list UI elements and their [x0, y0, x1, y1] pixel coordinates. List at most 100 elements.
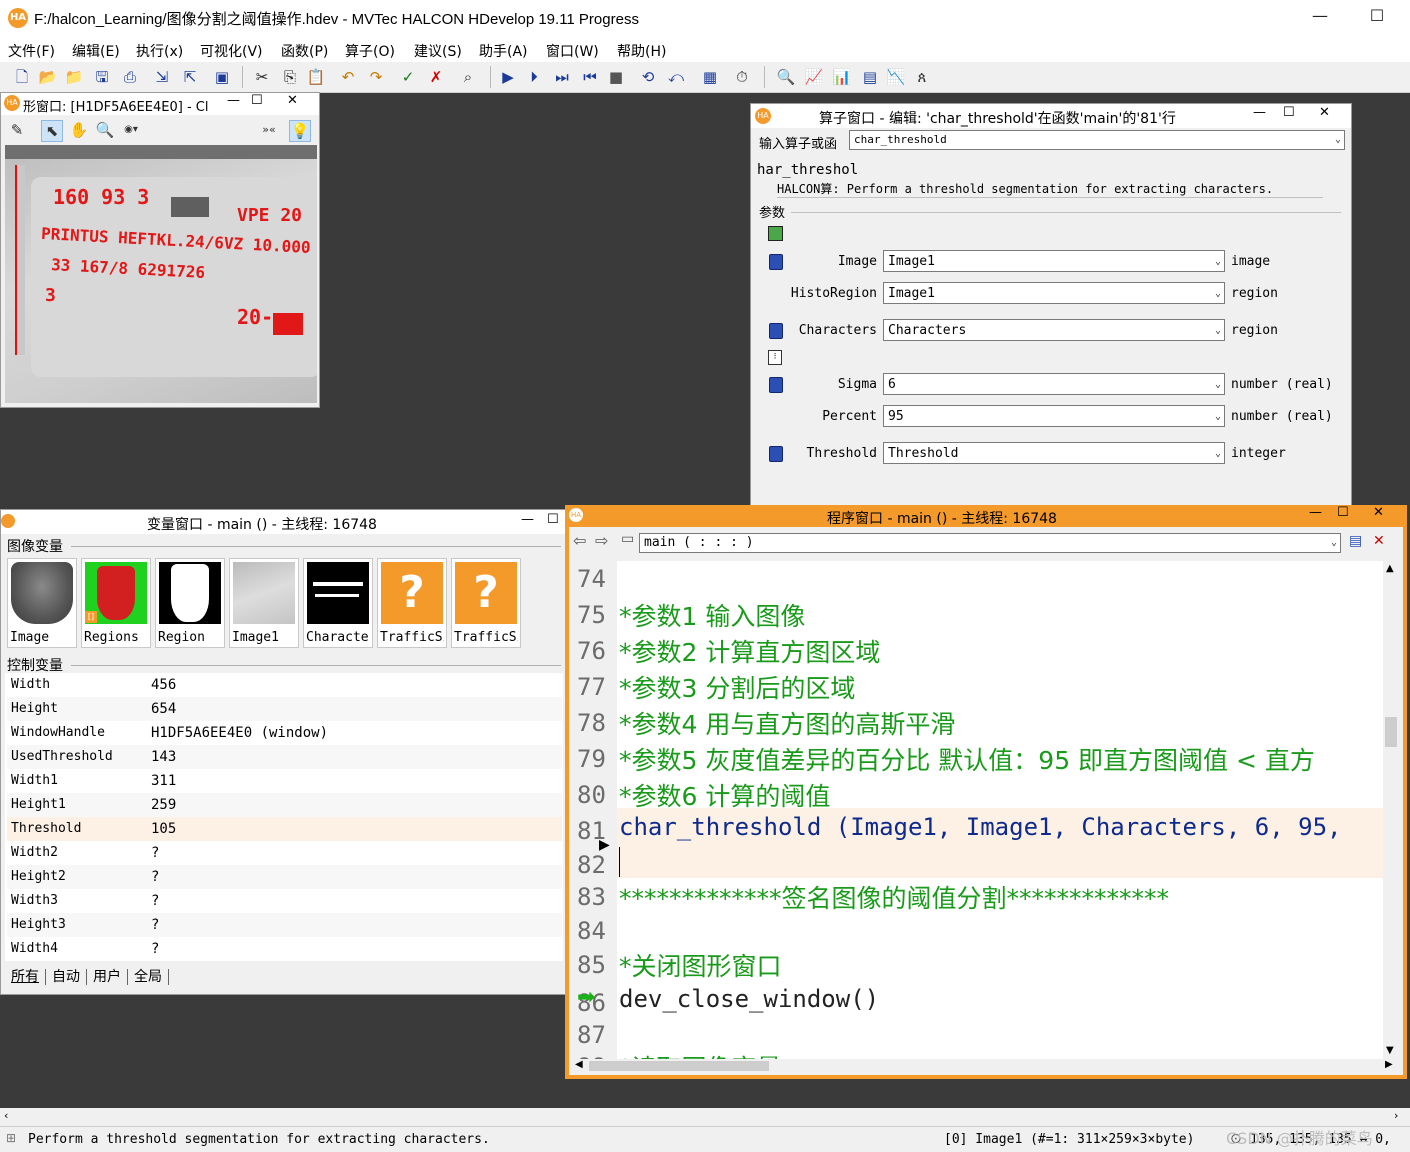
procedure-icon[interactable]: ▭ — [621, 531, 641, 551]
maximize-button[interactable]: ☐ — [1283, 105, 1295, 120]
code-editor[interactable]: 74 75 *参数1 输入图像 76 *参数2 计算直方图区域 77 *参数3 分割后… — [573, 561, 1383, 1059]
maximize-button[interactable]: ☐ — [1362, 6, 1392, 25]
param-historegion-combo[interactable]: Image1 ⌄ — [883, 282, 1225, 304]
var-row[interactable]: Height 654 — [7, 697, 562, 721]
zoom-icon[interactable]: 🔍 — [95, 120, 115, 140]
scroll-right-icon[interactable]: ▶ — [1385, 1059, 1393, 1070]
run-icon[interactable]: ▶ — [498, 67, 518, 87]
thumb-image1[interactable]: Image1 — [229, 558, 299, 648]
thumb-trafficsign-2[interactable]: ? TrafficSign — [451, 558, 521, 648]
scroll-up-icon[interactable]: ▲ — [1386, 563, 1394, 574]
scroll-left-icon[interactable]: ◀ — [575, 1059, 583, 1070]
thumb-regions[interactable]: [] Regions — [81, 558, 151, 648]
timer-icon[interactable]: ⏱ — [732, 67, 752, 87]
minimize-button[interactable]: — — [521, 512, 534, 527]
cut-icon[interactable]: ✂ — [252, 67, 272, 87]
maximize-button[interactable]: ☐ — [1337, 505, 1349, 520]
save-icon[interactable]: 🖫 — [92, 67, 112, 87]
minimize-button[interactable]: — — [1309, 505, 1322, 520]
forward-icon[interactable]: ⇨ — [595, 531, 615, 551]
step-over-icon[interactable]: ⏵ — [524, 67, 544, 87]
copy-icon[interactable]: ⎘ — [280, 67, 300, 87]
thumb-image[interactable]: Image — [7, 558, 77, 648]
menu-window[interactable]: 窗口(W) — [546, 41, 599, 61]
menu-edit[interactable]: 编辑(E) — [72, 41, 120, 61]
new-file-icon[interactable]: 🗋 — [12, 67, 32, 87]
step-out-icon[interactable]: ⏮ — [580, 67, 600, 87]
tab-auto[interactable]: 自动 — [46, 969, 87, 985]
deactivate-icon[interactable]: ✗ — [426, 67, 446, 87]
var-row[interactable]: Width2? — [7, 841, 562, 865]
chevron-down-icon[interactable]: ⌄ — [1335, 131, 1341, 149]
hscrollbar-thumb[interactable] — [589, 1061, 769, 1071]
tab-user[interactable]: 用户 — [87, 969, 128, 985]
operator-input-combo[interactable]: char_threshold ⌄ — [849, 130, 1345, 150]
var-row[interactable]: Height1 259 — [7, 793, 562, 817]
hand-icon[interactable]: ✋ — [69, 120, 89, 140]
var-row[interactable]: UsedThreshold 143 — [7, 745, 562, 769]
menu-visualize[interactable]: 可视化(V) — [200, 41, 263, 61]
minimize-button[interactable]: — — [227, 93, 240, 108]
var-row[interactable]: Width4? — [7, 937, 562, 961]
zoom-dropdown-icon[interactable]: ◉▾ — [121, 120, 141, 140]
main-horizontal-scrollbar[interactable]: ‹ › — [0, 1108, 1410, 1126]
print-icon[interactable]: ⎙ — [120, 67, 140, 87]
minimize-button[interactable]: — — [1305, 6, 1335, 25]
tab-all[interactable]: 所有 — [5, 969, 46, 985]
feature-inspect-icon[interactable]: ጰ — [912, 67, 932, 87]
undo-icon[interactable]: ↶ — [338, 67, 358, 87]
zoom-window-icon[interactable]: 🔍 — [776, 67, 796, 87]
menu-operators[interactable]: 算子(O) — [345, 41, 395, 61]
param-percent-combo[interactable]: 95 ⌄ — [883, 405, 1225, 427]
menu-suggestions[interactable]: 建议(S) — [414, 41, 462, 61]
param-threshold-combo[interactable]: Threshold ⌄ — [883, 442, 1225, 464]
close-button[interactable]: ✕ — [1319, 105, 1330, 120]
param-sigma-combo[interactable]: 6 ⌄ — [883, 373, 1225, 395]
menu-procedures[interactable]: 函数(P) — [281, 41, 328, 61]
overflow-icon[interactable]: »« — [259, 120, 279, 140]
param-characters-combo[interactable]: Characters ⌄ — [883, 319, 1225, 341]
reset-program-icon[interactable]: ⟲ — [638, 67, 658, 87]
import-icon[interactable]: ⇲ — [152, 67, 172, 87]
reset-icon[interactable]: ⤺ — [666, 67, 686, 87]
back-icon[interactable]: ⇦ — [573, 531, 593, 551]
thumb-trafficsign[interactable]: ? TrafficSign — [377, 558, 447, 648]
feature-histogram-icon[interactable]: 📉 — [886, 67, 906, 87]
open-file-icon[interactable]: 📂 — [38, 67, 58, 87]
stop-icon[interactable]: ■ — [606, 67, 626, 87]
window-icon[interactable]: ▣ — [212, 67, 232, 87]
scrollbar-thumb[interactable] — [1385, 717, 1397, 747]
image-canvas[interactable]: 160 93 3 VPE 20 PRINTUS HEFTKL.24/6VZ 10… — [5, 145, 317, 403]
vertical-scrollbar[interactable]: ▲ ▼ — [1383, 561, 1399, 1059]
maximize-button[interactable]: ☐ — [547, 512, 559, 527]
scroll-right-icon[interactable]: › — [1394, 1109, 1398, 1122]
find-icon[interactable]: ⌕ — [458, 67, 478, 87]
var-row[interactable]: Height3? — [7, 913, 562, 937]
open-example-icon[interactable]: 📁 — [64, 67, 84, 87]
scroll-left-icon[interactable]: ‹ — [4, 1109, 8, 1122]
delete-procedure-icon[interactable]: ✕ — [1373, 533, 1391, 551]
param-image-combo[interactable]: Image1 ⌄ — [883, 250, 1225, 272]
tab-global[interactable]: 全局 — [128, 969, 169, 985]
var-row-selected[interactable]: Threshold 105 — [7, 817, 562, 841]
maximize-button[interactable]: ☐ — [251, 93, 263, 108]
paste-icon[interactable]: 📋 — [306, 67, 326, 87]
menu-file[interactable]: 文件(F) — [8, 41, 55, 61]
menu-help[interactable]: 帮助(H) — [617, 41, 666, 61]
minimize-button[interactable]: — — [1253, 105, 1266, 120]
pointer-icon[interactable]: ⬉ — [41, 120, 63, 142]
edit-procedure-icon[interactable]: ▤ — [1349, 533, 1367, 551]
inspect-icon[interactable]: ▤ — [860, 67, 880, 87]
close-button[interactable]: ✕ — [287, 93, 298, 108]
menu-assistants[interactable]: 助手(A) — [479, 41, 528, 61]
thumb-characters[interactable]: Characters — [303, 558, 373, 648]
line-profile-icon[interactable]: 📈 — [804, 67, 824, 87]
var-row[interactable]: Height2? — [7, 865, 562, 889]
redo-icon[interactable]: ↷ — [366, 67, 386, 87]
close-button[interactable]: ✕ — [1373, 505, 1384, 520]
procedure-combo[interactable]: main ( : : : ) ⌄ — [639, 533, 1341, 553]
step-into-icon[interactable]: ⏭ — [552, 67, 572, 87]
var-row[interactable]: Width 456 — [7, 673, 562, 697]
scroll-down-icon[interactable]: ▼ — [1386, 1045, 1394, 1056]
export-icon[interactable]: ⇱ — [180, 67, 200, 87]
